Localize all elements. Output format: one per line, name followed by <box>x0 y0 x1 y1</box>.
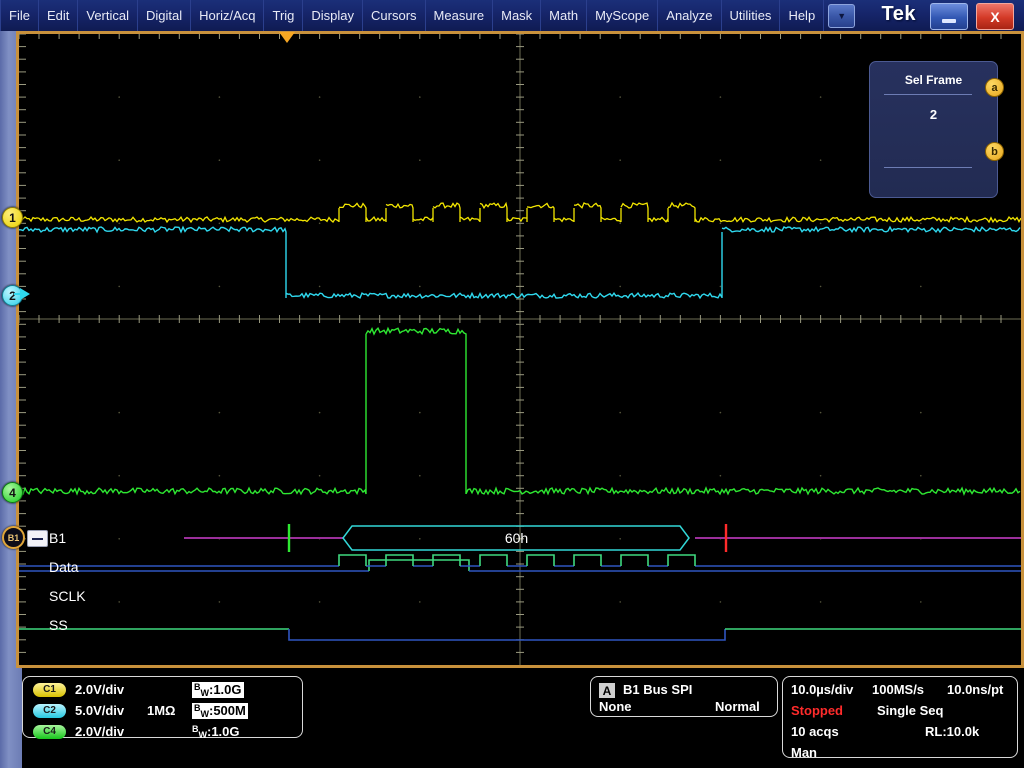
sel-frame-value: 2 <box>870 107 997 122</box>
channel-row-c4[interactable]: C4 2.0V/div BW:1.0G <box>33 721 240 742</box>
bus-row-label-ss: SS <box>49 617 68 633</box>
readout-divider-top <box>884 94 972 95</box>
sel-frame-title: Sel Frame <box>870 73 997 87</box>
menu-item-analyze[interactable]: Analyze <box>658 0 721 31</box>
bw-value-c4: :1.0G <box>207 724 240 739</box>
bw-sub-c2: W <box>201 709 210 719</box>
menu-item-horiz-acq[interactable]: Horiz/Acq <box>191 0 264 31</box>
bus-packet-label: 60h <box>344 525 689 551</box>
trigger-source-badge: A <box>599 683 615 698</box>
channel-bandwidth-c1: BW:1.0G <box>192 682 244 698</box>
channel-4-marker[interactable]: 4 <box>2 482 23 503</box>
acq-mode: Single Seq <box>877 703 943 718</box>
menu-item-measure[interactable]: Measure <box>426 0 494 31</box>
bw-value-c2: :500M <box>209 703 246 718</box>
bus-b1-marker[interactable]: B1 <box>2 526 25 549</box>
chevron-down-icon[interactable]: ▼ <box>828 4 855 28</box>
acq-sample-rate: 100MS/s <box>872 682 924 697</box>
channel-row-c2[interactable]: C2 5.0V/div 1MΩ BW:500M <box>33 700 248 721</box>
close-button[interactable]: X <box>976 3 1014 30</box>
bw-sub-c4: W <box>199 730 208 740</box>
channel-bandwidth-c4: BW:1.0G <box>192 724 240 740</box>
channel-1-marker[interactable]: 1 <box>2 207 23 228</box>
bus-expand-button[interactable] <box>27 530 48 547</box>
title-menu-bar: File Edit Vertical Digital Horiz/Acq Tri… <box>0 0 1024 32</box>
tek-logo: Tek <box>882 3 916 26</box>
menu-item-mask[interactable]: Mask <box>493 0 541 31</box>
bottom-left-bezel <box>0 668 22 768</box>
sel-frame-readout[interactable]: Sel Frame 2 a b <box>869 61 998 198</box>
menu-bar: File Edit Vertical Digital Horiz/Acq Tri… <box>0 0 824 31</box>
menu-item-display[interactable]: Display <box>303 0 363 31</box>
minimize-icon <box>942 19 956 23</box>
channel-settings-panel[interactable]: C1 2.0V/div BW:1.0G C2 5.0V/div 1MΩ BW:5… <box>22 676 303 738</box>
bus-packet[interactable]: 60h <box>344 525 689 551</box>
readout-divider-bottom <box>884 167 972 168</box>
channel-scale-c4: 2.0V/div <box>75 724 147 739</box>
bottom-status-area: C1 2.0V/div BW:1.0G C2 5.0V/div 1MΩ BW:5… <box>0 668 1024 768</box>
menu-item-edit[interactable]: Edit <box>39 0 78 31</box>
channel-impedance-c2: 1MΩ <box>147 703 192 718</box>
bw-sub-c1: W <box>201 688 210 698</box>
acq-state: Stopped <box>791 703 843 718</box>
menu-item-math[interactable]: Math <box>541 0 587 31</box>
menu-item-file[interactable]: File <box>0 0 39 31</box>
bus-row-label-data: Data <box>49 559 79 575</box>
channel-badge-c4[interactable]: C4 <box>33 725 66 739</box>
bw-value-c1: :1.0G <box>209 682 242 697</box>
bus-row-label-sclk: SCLK <box>49 588 86 604</box>
axis-ticks <box>19 34 1001 652</box>
menu-item-vertical[interactable]: Vertical <box>78 0 138 31</box>
channel-badge-c1[interactable]: C1 <box>33 683 66 697</box>
minimize-button[interactable] <box>930 3 968 30</box>
channel-badge-c2[interactable]: C2 <box>33 704 66 718</box>
channel-bandwidth-c2: BW:500M <box>192 703 248 719</box>
trigger-coupling: None <box>599 699 632 714</box>
menu-item-digital[interactable]: Digital <box>138 0 191 31</box>
menu-item-help[interactable]: Help <box>780 0 824 31</box>
acq-record-length: RL:10.0k <box>925 724 979 739</box>
channel-scale-c2: 5.0V/div <box>75 703 147 718</box>
acq-resolution: 10.0ns/pt <box>947 682 1003 697</box>
acq-timebase: 10.0µs/div <box>791 682 853 697</box>
acq-count: 10 acqs <box>791 724 839 739</box>
trigger-mode: Normal <box>715 699 760 714</box>
menu-item-utilities[interactable]: Utilities <box>722 0 781 31</box>
menu-item-cursors[interactable]: Cursors <box>363 0 426 31</box>
oscilloscope-screen: File Edit Vertical Digital Horiz/Acq Tri… <box>0 0 1024 768</box>
trigger-bus-title: B1 Bus SPI <box>623 682 692 697</box>
trigger-position-marker[interactable] <box>279 32 295 43</box>
menu-item-trig[interactable]: Trig <box>264 0 303 31</box>
acquisition-panel[interactable]: 10.0µs/div 100MS/s 10.0ns/pt Stopped Sin… <box>782 676 1018 758</box>
knob-a-indicator[interactable]: a <box>985 78 1004 97</box>
channel-scale-c1: 2.0V/div <box>75 682 147 697</box>
acq-trigger-mode: Man <box>791 745 817 760</box>
channel-row-c1[interactable]: C1 2.0V/div BW:1.0G <box>33 679 244 700</box>
minus-icon <box>32 538 43 540</box>
knob-b-indicator[interactable]: b <box>985 142 1004 161</box>
bus-row-label-b1: B1 <box>49 530 66 546</box>
channel-2-ground-arrow-tail <box>14 293 22 295</box>
trigger-bus-panel[interactable]: A B1 Bus SPI None Normal <box>590 676 778 717</box>
menu-item-myscope[interactable]: MyScope <box>587 0 658 31</box>
